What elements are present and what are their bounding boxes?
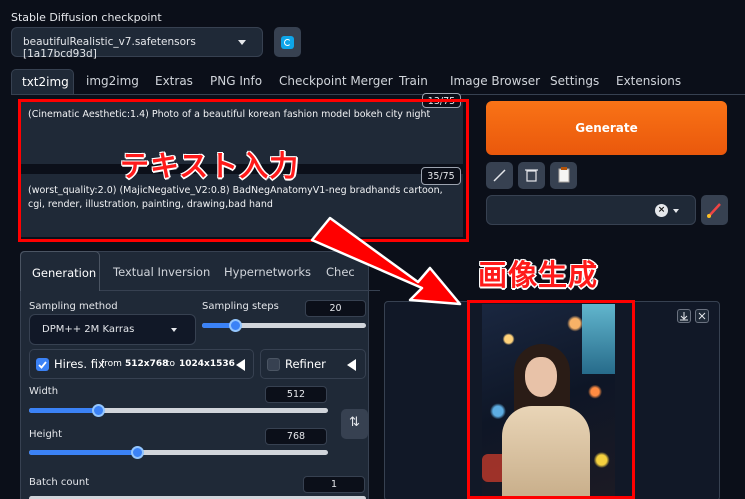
batch-count-label: Batch count bbox=[29, 477, 90, 488]
refiner-checkbox[interactable] bbox=[267, 358, 280, 371]
width-label: Width bbox=[29, 386, 59, 397]
tab-checkpoint-merger[interactable]: Checkpoint Merger bbox=[279, 69, 393, 95]
width-input[interactable]: 512 bbox=[265, 386, 327, 403]
checkpoint-select[interactable]: beautifulRealistic_v7.safetensors [1a17b… bbox=[11, 27, 263, 60]
generate-button[interactable]: Generate bbox=[486, 101, 727, 155]
clipboard-icon bbox=[558, 167, 570, 183]
tab-img2img[interactable]: img2img bbox=[86, 69, 139, 95]
refiner-accordion[interactable]: Refiner bbox=[260, 349, 366, 379]
tab-textual-inversion[interactable]: Textual Inversion bbox=[113, 265, 210, 279]
chevron-down-icon bbox=[673, 209, 679, 213]
sampling-method-label: Sampling method bbox=[29, 301, 118, 312]
height-input[interactable]: 768 bbox=[265, 428, 327, 445]
slider-handle[interactable] bbox=[130, 446, 144, 459]
tab-png-info[interactable]: PNG Info bbox=[210, 69, 262, 95]
slider-handle[interactable] bbox=[91, 404, 105, 417]
swap-vertical-icon: ⇅ bbox=[349, 415, 360, 430]
checkpoint-value: beautifulRealistic_v7.safetensors [1a17b… bbox=[23, 36, 196, 60]
hires-from-label: from bbox=[101, 359, 122, 369]
width-slider[interactable] bbox=[29, 404, 328, 417]
text-input-annotation: テキスト入力 bbox=[120, 149, 300, 183]
swap-dimensions-button[interactable]: ⇅ bbox=[341, 409, 368, 439]
slider-fill bbox=[29, 408, 98, 413]
sampling-method-select[interactable]: DPM++ 2M Karras bbox=[29, 314, 196, 345]
refiner-label: Refiner bbox=[285, 357, 326, 371]
refresh-icon bbox=[281, 36, 294, 49]
tab-image-browser[interactable]: Image Browser bbox=[450, 69, 540, 95]
hires-fix-accordion[interactable]: Hires. fix from 512x768 to 1024x1536 bbox=[29, 349, 254, 379]
tab-divider bbox=[11, 94, 745, 95]
tab-extras[interactable]: Extras bbox=[155, 69, 193, 95]
height-label: Height bbox=[29, 429, 63, 440]
tab-extensions[interactable]: Extensions bbox=[616, 69, 681, 95]
close-image-button[interactable] bbox=[695, 309, 709, 323]
collapse-triangle-icon bbox=[347, 359, 356, 371]
slider-handle[interactable] bbox=[228, 319, 242, 332]
read-params-button[interactable] bbox=[486, 162, 513, 189]
batch-count-input[interactable]: 1 bbox=[303, 476, 365, 493]
hires-fix-label: Hires. fix bbox=[54, 357, 105, 371]
apply-style-button[interactable] bbox=[550, 162, 577, 189]
close-icon[interactable]: × bbox=[655, 204, 668, 217]
image-generation-annotation: 画像生成 bbox=[478, 258, 599, 292]
styles-select[interactable]: × bbox=[486, 195, 696, 225]
pencil-icon bbox=[493, 169, 506, 182]
hires-to-label: to bbox=[166, 359, 176, 369]
trash-icon bbox=[525, 169, 538, 182]
image-output-highlight-box bbox=[467, 300, 635, 499]
red-arrow-icon bbox=[310, 216, 462, 306]
checkpoint-label: Stable Diffusion checkpoint bbox=[11, 11, 162, 24]
download-button[interactable] bbox=[677, 309, 691, 323]
sampling-method-value: DPM++ 2M Karras bbox=[42, 324, 135, 335]
hires-fix-checkbox[interactable] bbox=[36, 358, 49, 371]
height-slider[interactable] bbox=[29, 446, 328, 459]
hires-to-size: 1024x1536 bbox=[179, 359, 235, 369]
tab-settings[interactable]: Settings bbox=[550, 69, 599, 95]
slider-fill bbox=[29, 450, 137, 455]
tab-generation[interactable]: Generation bbox=[20, 251, 100, 291]
tab-train[interactable]: Train bbox=[399, 69, 428, 95]
clear-prompt-button[interactable] bbox=[518, 162, 545, 189]
collapse-triangle-icon bbox=[236, 359, 245, 371]
hires-from-size: 512x768 bbox=[125, 359, 169, 369]
chevron-down-icon bbox=[171, 328, 177, 332]
chevron-down-icon bbox=[238, 40, 246, 45]
checkmark-icon bbox=[38, 361, 47, 369]
download-icon bbox=[680, 312, 688, 321]
refresh-checkpoint-button[interactable] bbox=[274, 27, 301, 57]
edit-styles-button[interactable] bbox=[701, 195, 728, 225]
tab-hypernetworks[interactable]: Hypernetworks bbox=[224, 265, 311, 279]
tab-txt2img[interactable]: txt2img bbox=[11, 69, 74, 95]
sampling-steps-label: Sampling steps bbox=[202, 301, 279, 312]
brush-icon bbox=[707, 203, 721, 218]
close-icon bbox=[698, 312, 706, 320]
sampling-steps-slider[interactable] bbox=[202, 319, 366, 332]
